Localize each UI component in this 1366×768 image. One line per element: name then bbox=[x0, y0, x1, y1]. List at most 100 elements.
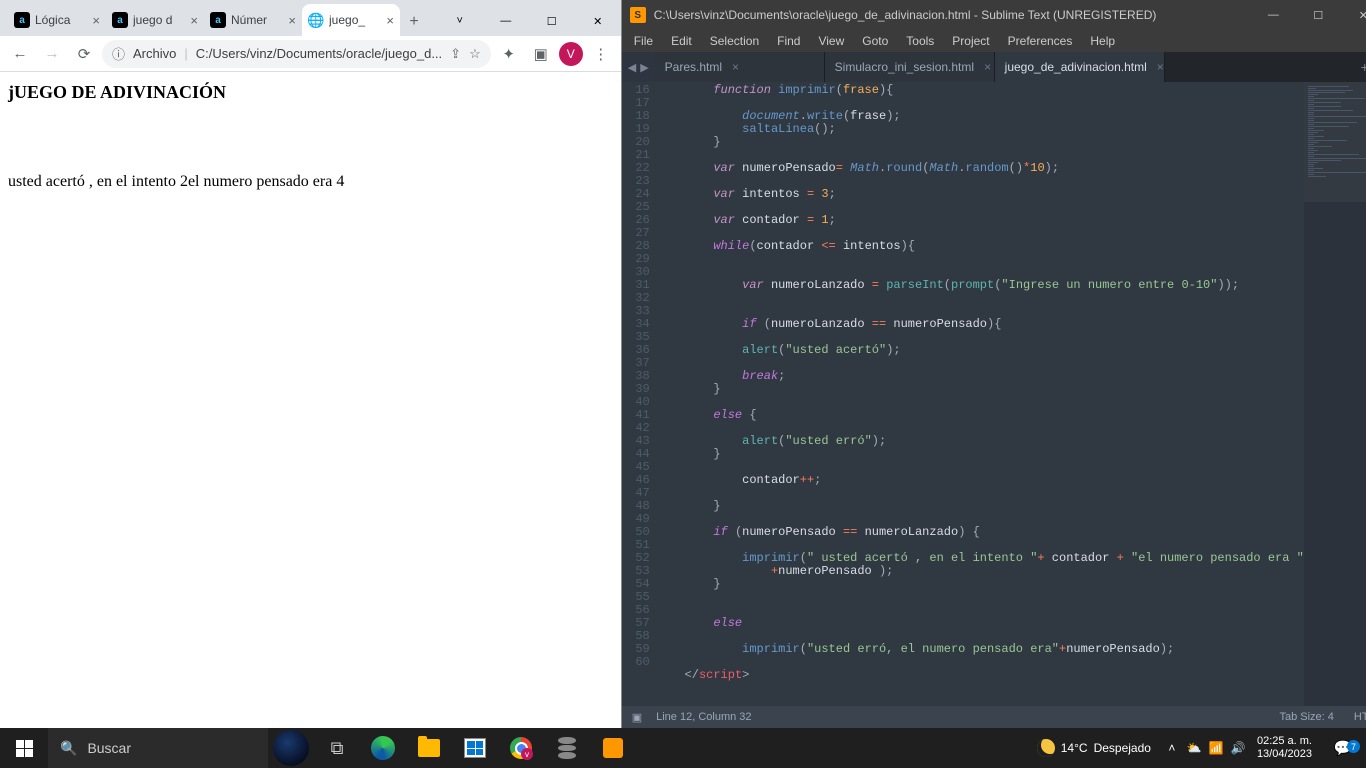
close-icon[interactable]: × bbox=[288, 13, 296, 28]
chrome-tabs: a Lógica × a juego d × aNúmer× 🌐juego_× + bbox=[0, 2, 428, 36]
search-box[interactable]: 🔍Buscar bbox=[48, 728, 268, 768]
window-title: C:\Users\vinz\Documents\oracle\juego_de_… bbox=[654, 8, 1243, 22]
side-panel-button[interactable]: ▣ bbox=[527, 40, 555, 68]
chrome-tab-1[interactable]: a juego d × bbox=[106, 4, 204, 36]
close-icon[interactable]: × bbox=[1157, 60, 1164, 74]
page-content: jUEGO DE ADIVINACIÓN usted acertó , en e… bbox=[0, 72, 621, 728]
menu-project[interactable]: Project bbox=[944, 32, 997, 50]
window-controls: ˅ — ☐ ✕ bbox=[437, 6, 621, 36]
status-tabsize[interactable]: Tab Size: 4 bbox=[1279, 711, 1333, 723]
cortana-button[interactable] bbox=[268, 728, 314, 768]
tray-overflow-icon[interactable]: ˄ bbox=[1161, 741, 1183, 755]
chevron-down-icon[interactable]: ˅ bbox=[437, 6, 483, 36]
edge-button[interactable] bbox=[360, 728, 406, 768]
volume-icon[interactable]: 🔊 bbox=[1227, 741, 1249, 755]
chrome-button[interactable]: v bbox=[498, 728, 544, 768]
close-icon[interactable]: × bbox=[732, 60, 739, 74]
close-button[interactable]: ✕ bbox=[1341, 0, 1366, 30]
url-sep: | bbox=[184, 46, 187, 61]
minimize-button[interactable]: — bbox=[1251, 0, 1296, 30]
close-icon[interactable]: × bbox=[92, 13, 100, 28]
forward-button[interactable]: → bbox=[38, 40, 66, 68]
wifi-icon[interactable]: 📶 bbox=[1205, 741, 1227, 755]
menubar: File Edit Selection Find View Goto Tools… bbox=[622, 30, 1366, 52]
file-tab-juego[interactable]: juego_de_adivinacion.html× bbox=[995, 52, 1165, 82]
menu-tools[interactable]: Tools bbox=[898, 32, 942, 50]
maximize-button[interactable]: ☐ bbox=[529, 6, 575, 36]
new-file-button[interactable]: + bbox=[1361, 59, 1366, 75]
editor[interactable]: 16 17 18 19 20 21 22 23 24 25 26 27 28 2… bbox=[622, 82, 1366, 706]
store-button[interactable] bbox=[452, 728, 498, 768]
menu-edit[interactable]: Edit bbox=[663, 32, 700, 50]
menu-find[interactable]: Find bbox=[769, 32, 808, 50]
maximize-button[interactable]: ☐ bbox=[1296, 0, 1341, 30]
clock[interactable]: 02:25 a. m. 13/04/2023 bbox=[1249, 735, 1320, 761]
menu-file[interactable]: File bbox=[626, 32, 661, 50]
system-tray: 14°C Despejado ˄ ⛅ 📶 🔊 02:25 a. m. 13/04… bbox=[1027, 728, 1366, 768]
db-button[interactable] bbox=[544, 728, 590, 768]
globe-icon: 🌐 bbox=[308, 12, 324, 28]
close-icon[interactable]: × bbox=[386, 13, 394, 28]
favicon-a-icon: a bbox=[210, 12, 226, 28]
tab-title: juego d bbox=[133, 13, 185, 27]
time: 02:25 a. m. bbox=[1257, 735, 1312, 748]
menu-button[interactable]: ⋮ bbox=[587, 40, 615, 68]
chrome-tab-2[interactable]: aNúmer× bbox=[204, 4, 302, 36]
status-cursor: Line 12, Column 32 bbox=[656, 711, 751, 723]
close-button[interactable]: ✕ bbox=[575, 6, 621, 36]
tab-label: Pares.html bbox=[665, 60, 722, 74]
chrome-toolbar: ← → ⟳ ⓘ Archivo | C:/Users/vinz/Document… bbox=[0, 36, 621, 72]
reload-button[interactable]: ⟳ bbox=[70, 40, 98, 68]
extensions-button[interactable]: ✦ bbox=[495, 40, 523, 68]
back-button[interactable]: ← bbox=[6, 40, 34, 68]
close-icon[interactable]: × bbox=[984, 60, 991, 74]
tab-label: Simulacro_ini_sesion.html bbox=[835, 60, 974, 74]
sublime-titlebar: S C:\Users\vinz\Documents\oracle\juego_d… bbox=[622, 0, 1366, 30]
weather-widget[interactable]: 14°C Despejado bbox=[1027, 739, 1161, 757]
url-text: C:/Users/vinz/Documents/oracle/juego_d..… bbox=[196, 46, 442, 61]
menu-goto[interactable]: Goto bbox=[854, 32, 896, 50]
menu-help[interactable]: Help bbox=[1082, 32, 1123, 50]
task-view-button[interactable]: ⧉ bbox=[314, 728, 360, 768]
favicon-a-icon: a bbox=[112, 12, 128, 28]
chrome-icon: v bbox=[510, 737, 532, 759]
explorer-button[interactable] bbox=[406, 728, 452, 768]
star-icon[interactable]: ☆ bbox=[469, 46, 481, 62]
menu-selection[interactable]: Selection bbox=[702, 32, 767, 50]
status-syntax[interactable]: HTML bbox=[1354, 711, 1366, 723]
chrome-tab-0[interactable]: aLógica× bbox=[8, 4, 106, 36]
panel-switcher-icon[interactable]: ▣ bbox=[632, 711, 642, 724]
menu-preferences[interactable]: Preferences bbox=[1000, 32, 1081, 50]
store-icon bbox=[464, 738, 486, 758]
tab-title: Lógica bbox=[35, 13, 87, 27]
tab-next-icon[interactable]: ▶ bbox=[640, 61, 648, 74]
tab-prev-icon[interactable]: ◀ bbox=[628, 61, 636, 74]
file-tab-simulacro[interactable]: Simulacro_ini_sesion.html × bbox=[825, 52, 995, 82]
file-tab-pares[interactable]: Pares.html × bbox=[655, 52, 825, 82]
chrome-titlebar: a Lógica × a juego d × aNúmer× 🌐juego_× + ˅ … bbox=[0, 0, 621, 36]
code-area[interactable]: function imprimir(frase){ document.write… bbox=[656, 82, 1304, 706]
weather-cond: Despejado bbox=[1094, 741, 1151, 755]
search-icon: 🔍 bbox=[60, 740, 77, 757]
avatar[interactable]: V bbox=[559, 42, 583, 66]
sublime-tabbar: ◀ ▶ Pares.html × Simulacro_ini_sesion.htm… bbox=[622, 52, 1366, 82]
minimize-button[interactable]: — bbox=[483, 6, 529, 36]
windows-icon bbox=[16, 740, 33, 757]
notifications-button[interactable]: 💬7 bbox=[1320, 739, 1366, 757]
share-icon[interactable]: ⇪ bbox=[450, 46, 461, 62]
close-icon[interactable]: × bbox=[190, 13, 198, 28]
minimap[interactable] bbox=[1304, 82, 1366, 706]
menu-view[interactable]: View bbox=[810, 32, 852, 50]
new-tab-button[interactable]: + bbox=[400, 8, 428, 36]
chrome-tab-3[interactable]: 🌐juego_× bbox=[302, 4, 400, 36]
gutter: 16 17 18 19 20 21 22 23 24 25 26 27 28 2… bbox=[622, 82, 656, 706]
address-bar[interactable]: ⓘ Archivo | C:/Users/vinz/Documents/orac… bbox=[102, 40, 491, 68]
onedrive-icon[interactable]: ⛅ bbox=[1183, 741, 1205, 755]
info-icon: ⓘ bbox=[112, 44, 125, 63]
page-text: usted acertó , en el intento 2el numero … bbox=[8, 173, 613, 191]
sublime-button[interactable] bbox=[590, 728, 636, 768]
chrome-window: a Lógica × a juego d × aNúmer× 🌐juego_× + ˅ … bbox=[0, 0, 622, 728]
start-button[interactable] bbox=[0, 728, 48, 768]
sublime-logo-icon: S bbox=[630, 7, 646, 23]
url-prefix: Archivo bbox=[133, 46, 176, 61]
